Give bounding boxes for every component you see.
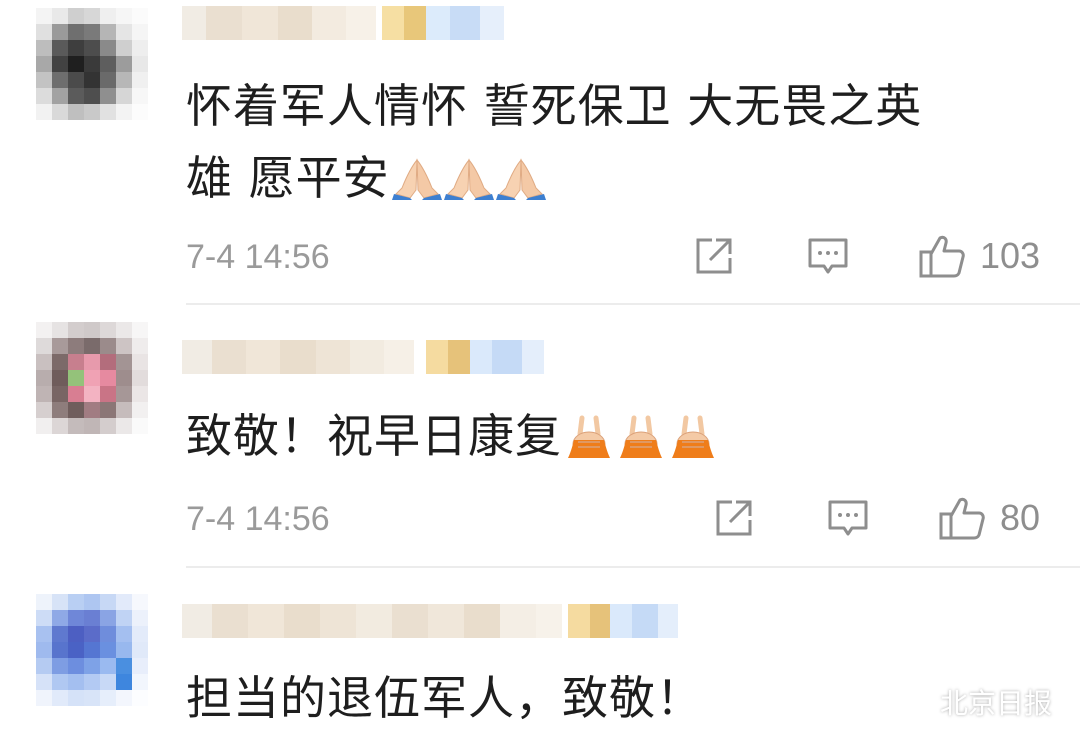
thumbs-up-icon (919, 235, 965, 278)
like-count: 80 (1000, 497, 1041, 538)
wechat-icon (896, 687, 933, 716)
victory-hand-emoji (672, 415, 714, 458)
comment-text-line: 致敬！祝早日康复 (186, 400, 718, 472)
folded-hands-emoji (443, 158, 494, 200)
comment-text-segment: 致敬！祝早日康复 (186, 409, 562, 463)
share-button[interactable] (712, 494, 756, 542)
comment-text-line: 怀着军人情怀 誓死保卫 大无畏之英 (186, 79, 923, 133)
victory-hand-emoji (620, 415, 662, 458)
comment-icon (808, 238, 848, 274)
timestamp: 7-4 14:56 (186, 500, 330, 538)
share-button[interactable] (692, 232, 736, 280)
comment-text-segment: 雄 愿平安 (186, 151, 390, 205)
folded-hands-emoji (495, 158, 546, 200)
avatar[interactable] (36, 594, 148, 706)
comment-icon (828, 500, 868, 536)
divider (186, 303, 1080, 305)
reply-button[interactable] (826, 494, 870, 542)
watermark: 北京日报 (896, 682, 1052, 722)
like-button[interactable]: 103 (918, 232, 1040, 280)
watermark-text: 北京日报 (940, 687, 1053, 720)
comment-text: 致敬！祝早日康复 (186, 400, 718, 472)
comment-meta: 7-4 14:56 103 (186, 232, 1046, 282)
username[interactable] (182, 340, 544, 374)
victory-hand-emoji (568, 415, 610, 458)
timestamp: 7-4 14:56 (186, 238, 330, 276)
comment-text: 担当的退伍军人，致敬！ (186, 662, 703, 734)
share-icon (696, 238, 732, 274)
like-count: 103 (980, 235, 1041, 276)
comment-text-line: 雄 愿平安 (186, 142, 922, 214)
reply-button[interactable] (806, 232, 850, 280)
divider (186, 566, 1080, 568)
share-icon (716, 500, 752, 536)
thumbs-up-icon (939, 497, 985, 540)
username[interactable] (182, 6, 504, 40)
avatar[interactable] (36, 322, 148, 434)
comment-meta: 7-4 14:56 80 (186, 494, 1046, 544)
comment-text-line: 担当的退伍军人，致敬！ (186, 671, 703, 725)
username[interactable] (182, 604, 678, 638)
avatar[interactable] (36, 8, 148, 120)
comment-text: 怀着军人情怀 誓死保卫 大无畏之英 雄 愿平安 (186, 70, 922, 214)
like-button[interactable]: 80 (938, 494, 1040, 542)
folded-hands-emoji (391, 158, 442, 200)
